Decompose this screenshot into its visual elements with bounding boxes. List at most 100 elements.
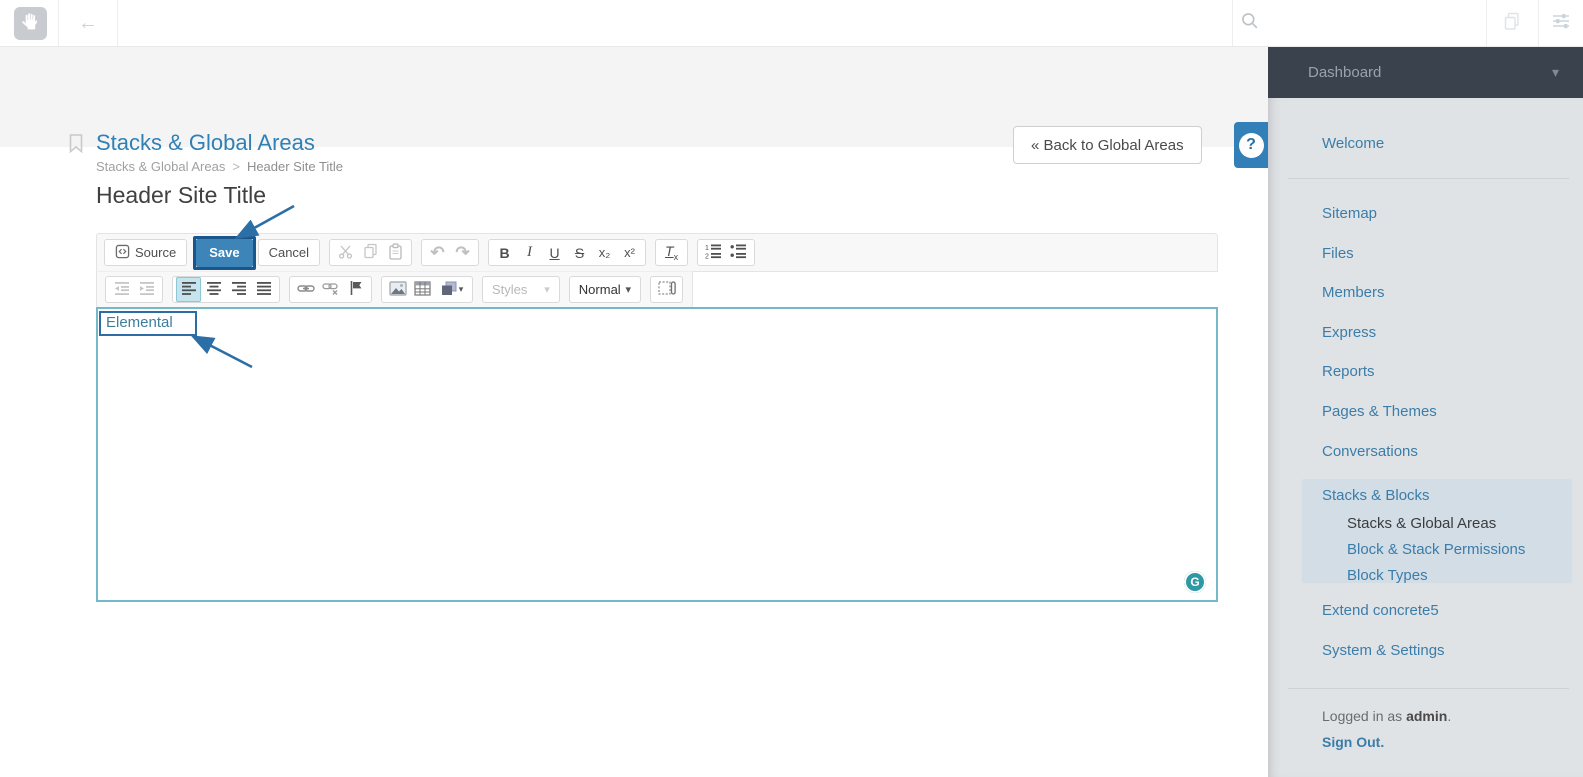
top-toolbar: ←: [0, 0, 1583, 47]
breadcrumb-separator: >: [232, 159, 240, 174]
align-right-button[interactable]: [226, 277, 251, 302]
table-icon: [414, 280, 431, 299]
sign-out-link[interactable]: Sign Out.: [1322, 734, 1384, 750]
flag-icon: [349, 280, 363, 299]
source-button[interactable]: Source: [104, 239, 188, 266]
sidebar-item-files[interactable]: Files: [1322, 245, 1354, 262]
undo-button[interactable]: ↶: [425, 240, 450, 265]
search-button[interactable]: [1232, 0, 1268, 46]
underline-button[interactable]: U: [542, 240, 567, 265]
sidebar-item-pages-themes[interactable]: Pages & Themes: [1322, 403, 1437, 420]
remove-format-button[interactable]: Tx: [659, 240, 684, 265]
editor-content-text: Elemental: [99, 311, 197, 336]
cancel-button[interactable]: Cancel: [257, 239, 321, 266]
help-button[interactable]: ?: [1234, 122, 1268, 168]
rich-text-editor-area[interactable]: Elemental G: [96, 307, 1218, 602]
redo-button[interactable]: ↷: [450, 240, 475, 265]
image-icon: [388, 280, 407, 299]
copy-button[interactable]: [358, 240, 383, 265]
dashboard-label: Dashboard: [1308, 64, 1382, 81]
breadcrumb-current: Header Site Title: [246, 159, 344, 174]
justify-button[interactable]: [251, 277, 276, 302]
concrete5-hand-icon: [21, 11, 41, 36]
bulleted-list-button[interactable]: [726, 240, 751, 265]
svg-text:1: 1: [705, 245, 709, 252]
templates-icon: [441, 281, 457, 299]
sidebar-subitem-stacks-global-areas[interactable]: Stacks & Global Areas: [1347, 515, 1496, 532]
concrete5-logo-button[interactable]: [14, 7, 47, 40]
bold-button[interactable]: B: [492, 240, 517, 265]
redo-icon: ↷: [455, 242, 470, 262]
page-versions-button[interactable]: [1486, 0, 1538, 46]
sidebar-item-extend-concrete5[interactable]: Extend concrete5: [1322, 602, 1439, 619]
undo-icon: ↶: [430, 242, 445, 262]
back-to-global-areas-button[interactable]: « Back to Global Areas: [1013, 126, 1202, 164]
superscript-button[interactable]: x²: [617, 240, 642, 265]
sidebar-divider: [1288, 688, 1569, 689]
settings-sliders-button[interactable]: [1538, 0, 1583, 46]
dashboard-dropdown[interactable]: Dashboard ▾: [1268, 47, 1583, 98]
topbar-divider: [58, 0, 59, 46]
page-header: Stacks & Global Areas Stacks & Global Ar…: [0, 47, 1268, 174]
copy-pages-icon: [1502, 11, 1522, 36]
sidebar-item-stacks-blocks[interactable]: Stacks & Blocks: [1322, 487, 1430, 504]
breadcrumb-root-link[interactable]: Stacks & Global Areas: [96, 159, 225, 174]
sidebar-item-members[interactable]: Members: [1322, 284, 1385, 301]
cut-button[interactable]: [333, 240, 358, 265]
sidebar-subitem-block-types[interactable]: Block Types: [1347, 567, 1428, 584]
unlink-button[interactable]: [318, 277, 343, 302]
scissors-icon: [338, 244, 353, 262]
paste-clipboard-icon: [388, 242, 403, 263]
templates-button[interactable]: ▾: [435, 277, 469, 302]
sidebar-item-sitemap[interactable]: Sitemap: [1322, 205, 1377, 222]
strikethrough-button[interactable]: S: [567, 240, 592, 265]
sidebar-divider: [1288, 178, 1569, 179]
styles-dropdown[interactable]: Styles ▾: [482, 276, 560, 303]
chevron-down-icon: ▾: [1551, 64, 1559, 80]
indent-button[interactable]: [134, 277, 159, 302]
sidebar-item-welcome[interactable]: Welcome: [1322, 135, 1384, 152]
insert-table-button[interactable]: [410, 277, 435, 302]
show-blocks-button[interactable]: [654, 277, 679, 302]
stack-heading: Header Site Title: [96, 182, 267, 208]
italic-button[interactable]: I: [517, 240, 542, 265]
insert-image-button[interactable]: [385, 277, 410, 302]
sidebar-item-reports[interactable]: Reports: [1322, 363, 1375, 380]
sidebar-item-system-settings[interactable]: System & Settings: [1322, 642, 1445, 659]
chevron-down-icon: ▾: [458, 284, 464, 294]
sliders-icon: [1551, 12, 1571, 35]
unlink-icon: [321, 281, 340, 299]
align-center-button[interactable]: [201, 277, 226, 302]
sidebar-subitem-block-stack-permissions[interactable]: Block & Stack Permissions: [1347, 541, 1525, 558]
grammarly-icon[interactable]: G: [1184, 571, 1206, 593]
svg-text:2: 2: [705, 254, 709, 260]
back-nav-button[interactable]: ←: [66, 0, 110, 46]
chevron-down-icon: ▾: [544, 284, 550, 296]
numbered-list-button[interactable]: 12: [701, 240, 726, 265]
align-left-button[interactable]: [176, 277, 201, 302]
link-button[interactable]: [293, 277, 318, 302]
help-question-icon: ?: [1238, 132, 1264, 158]
paragraph-format-dropdown[interactable]: Normal ▾: [568, 276, 641, 303]
source-icon: [115, 244, 130, 262]
link-chain-icon: [296, 282, 315, 298]
indent-icon: [139, 281, 155, 299]
username: admin: [1406, 708, 1448, 724]
save-button[interactable]: Save: [196, 238, 253, 267]
logged-in-status: Logged in as admin.: [1322, 708, 1452, 724]
paste-button[interactable]: [383, 240, 408, 265]
chevron-down-icon: ▾: [625, 284, 631, 296]
show-blocks-icon: [657, 280, 676, 299]
sidebar-item-conversations[interactable]: Conversations: [1322, 443, 1418, 460]
save-annotation-outline: Save: [193, 235, 256, 270]
editor-toolbar-row2: ▾ Styles ▾ Normal ▾: [96, 271, 693, 308]
back-arrow-icon: ←: [78, 11, 98, 34]
align-left-icon: [181, 281, 197, 299]
bookmark-icon[interactable]: [68, 133, 84, 159]
page-title: Stacks & Global Areas: [96, 130, 315, 155]
anchor-flag-button[interactable]: [343, 277, 368, 302]
sidebar-item-express[interactable]: Express: [1322, 324, 1376, 341]
subscript-button[interactable]: x₂: [592, 240, 617, 265]
dashboard-sidebar: Dashboard ▾ Welcome Sitemap Files Member…: [1268, 47, 1583, 777]
outdent-button[interactable]: [109, 277, 134, 302]
